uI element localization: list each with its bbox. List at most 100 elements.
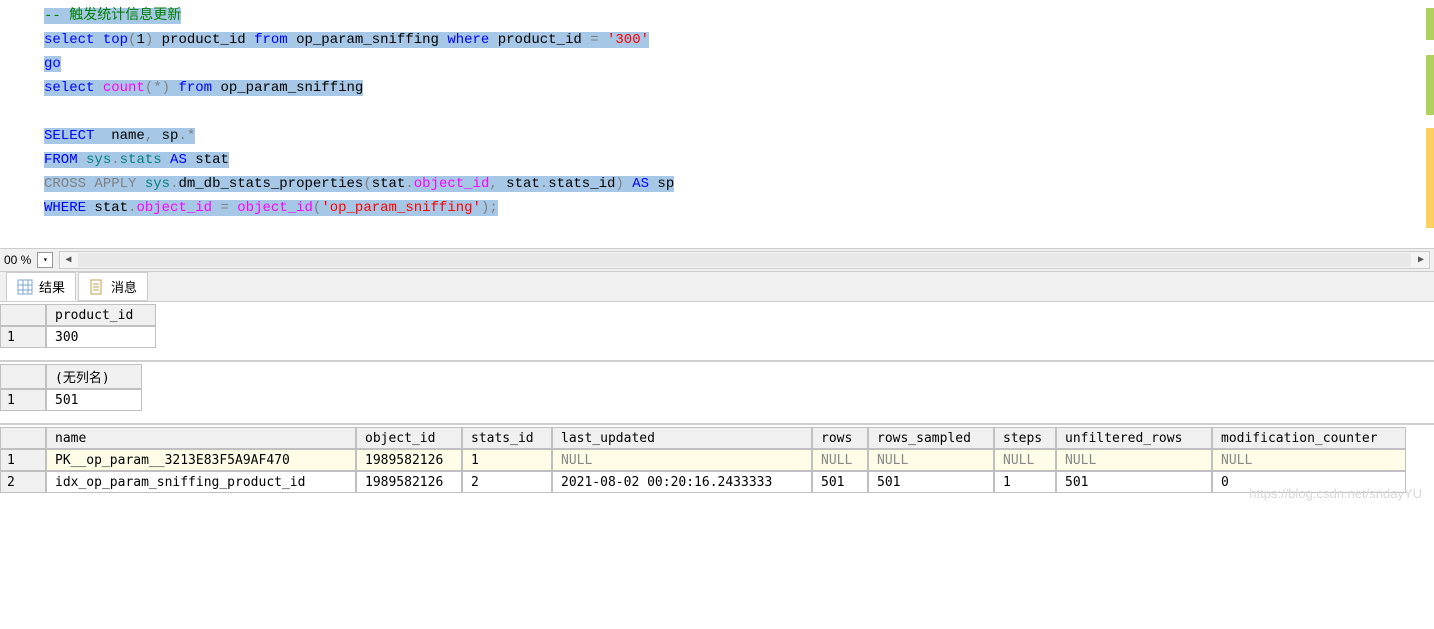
kw-go: go — [44, 56, 61, 72]
space — [136, 176, 144, 192]
col-header-object-id[interactable]: object_id — [356, 427, 462, 449]
zoom-level: 00 % — [4, 253, 31, 267]
kw-as: AS — [624, 176, 649, 192]
kw-as: AS — [162, 152, 187, 168]
cell-unfiltered-rows[interactable]: NULL — [1056, 449, 1212, 471]
cell-unfiltered-rows[interactable]: 501 — [1056, 471, 1212, 493]
cell-last-updated[interactable]: 2021-08-02 00:20:16.2433333 — [552, 471, 812, 493]
cell-rows-sampled[interactable]: NULL — [868, 449, 994, 471]
dot: . — [405, 176, 413, 192]
scroll-thumb[interactable] — [78, 253, 1411, 267]
cell-name[interactable]: idx_op_param_sniffing_product_id — [46, 471, 356, 493]
cell-object-id[interactable]: 1989582126 — [356, 471, 462, 493]
col-header-name[interactable]: name — [46, 427, 356, 449]
kw-from: FROM — [44, 152, 78, 168]
col-header-modification-counter[interactable]: modification_counter — [1212, 427, 1406, 449]
schema: sys — [86, 152, 111, 168]
paren: ) — [162, 80, 170, 96]
tab-label: 消息 — [111, 277, 137, 296]
col: object_id — [136, 200, 212, 216]
literal: 1 — [136, 32, 144, 48]
fn: object_id — [237, 200, 313, 216]
cell-steps[interactable]: NULL — [994, 449, 1056, 471]
col-header-last-updated[interactable]: last_updated — [552, 427, 812, 449]
col-header[interactable]: (无列名) — [46, 364, 142, 389]
comma: , — [145, 128, 153, 144]
tab-results[interactable]: 结果 — [6, 272, 76, 301]
col: product_id — [153, 32, 254, 48]
row-header-blank[interactable] — [0, 304, 46, 326]
result-set-3: name object_id stats_id last_updated row… — [0, 425, 1434, 505]
sql-editor[interactable]: -- 触发统计信息更新 select top(1) product_id fro… — [0, 0, 1434, 248]
cell-stats-id[interactable]: 1 — [462, 449, 552, 471]
results-tabs: 结果 消息 — [0, 272, 1434, 302]
col-header[interactable]: product_id — [46, 304, 156, 326]
alias: stat — [86, 200, 128, 216]
cell[interactable]: 300 — [46, 326, 156, 348]
alias: sp — [649, 176, 674, 192]
row-number[interactable]: 1 — [0, 389, 46, 411]
scroll-right-icon[interactable]: ▶ — [1413, 254, 1429, 266]
cell-stats-id[interactable]: 2 — [462, 471, 552, 493]
paren: ) — [615, 176, 623, 192]
kw-where: WHERE — [44, 200, 86, 216]
space — [78, 152, 86, 168]
change-markers — [1416, 0, 1434, 248]
kw-apply: APPLY — [94, 176, 136, 192]
horizontal-scrollbar[interactable]: ◀ ▶ — [59, 251, 1430, 269]
alias: sp — [153, 128, 178, 144]
cell-modification-counter[interactable]: 0 — [1212, 471, 1406, 493]
row-header-blank[interactable] — [0, 427, 46, 449]
row-header-blank[interactable] — [0, 364, 46, 389]
cell-name[interactable]: PK__op_param__3213E83F5A9AF470 — [46, 449, 356, 471]
kw-select: SELECT — [44, 128, 94, 144]
scroll-left-icon[interactable]: ◀ — [60, 254, 76, 266]
cell-modification-counter[interactable]: NULL — [1212, 449, 1406, 471]
fn-count: count — [103, 80, 145, 96]
alias: stat — [372, 176, 406, 192]
schema: sys — [145, 176, 170, 192]
semicolon: ; — [489, 200, 497, 216]
op-eq: = — [590, 32, 598, 48]
col-header-stats-id[interactable]: stats_id — [462, 427, 552, 449]
table-row[interactable]: 1 PK__op_param__3213E83F5A9AF470 1989582… — [0, 449, 1434, 471]
row-number[interactable]: 1 — [0, 326, 46, 348]
space — [94, 80, 102, 96]
alias: stat — [187, 152, 229, 168]
comma: , — [489, 176, 497, 192]
row-number[interactable]: 2 — [0, 471, 46, 493]
code-comment: -- 触发统计信息更新 — [44, 8, 181, 24]
star: * — [187, 128, 195, 144]
col: name — [94, 128, 144, 144]
paren: ( — [145, 80, 153, 96]
table: op_param_sniffing — [288, 32, 448, 48]
fn: dm_db_stats_properties — [178, 176, 363, 192]
tab-label: 结果 — [39, 277, 65, 296]
kw-top: top — [94, 32, 128, 48]
dot: . — [178, 128, 186, 144]
alias: stat — [498, 176, 540, 192]
cell-rows-sampled[interactable]: 501 — [868, 471, 994, 493]
zoom-bar: 00 % ▾ ◀ ▶ — [0, 248, 1434, 272]
cell-rows[interactable]: 501 — [812, 471, 868, 493]
table: op_param_sniffing — [212, 80, 363, 96]
cell-steps[interactable]: 1 — [994, 471, 1056, 493]
cell-last-updated[interactable]: NULL — [552, 449, 812, 471]
zoom-dropdown[interactable]: ▾ — [37, 252, 53, 268]
col-header-steps[interactable]: steps — [994, 427, 1056, 449]
col-header-unfiltered-rows[interactable]: unfiltered_rows — [1056, 427, 1212, 449]
row-number[interactable]: 1 — [0, 449, 46, 471]
cell[interactable]: 501 — [46, 389, 142, 411]
table-row[interactable]: 2 idx_op_param_sniffing_product_id 19895… — [0, 471, 1434, 493]
table: stats — [120, 152, 162, 168]
dot: . — [540, 176, 548, 192]
tab-messages[interactable]: 消息 — [78, 272, 148, 301]
cell-object-id[interactable]: 1989582126 — [356, 449, 462, 471]
op-eq: = — [220, 200, 228, 216]
document-icon — [89, 279, 105, 295]
col-header-rows[interactable]: rows — [812, 427, 868, 449]
col: object_id — [414, 176, 490, 192]
string-literal: 'op_param_sniffing' — [321, 200, 481, 216]
col-header-rows-sampled[interactable]: rows_sampled — [868, 427, 994, 449]
cell-rows[interactable]: NULL — [812, 449, 868, 471]
